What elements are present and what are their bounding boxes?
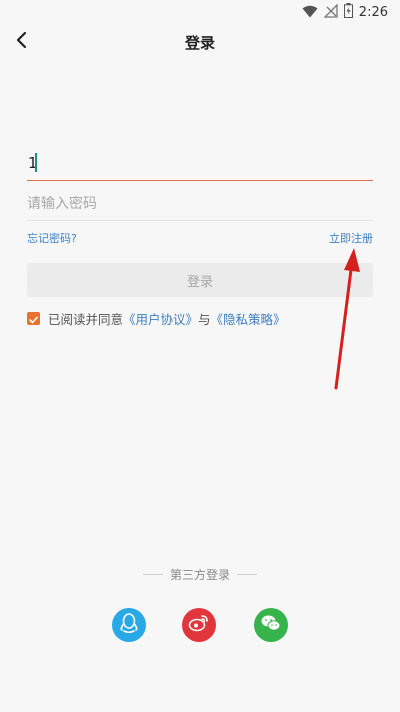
status-bar: 2:26 <box>0 0 400 24</box>
text-cursor <box>35 153 37 172</box>
register-link[interactable]: 立即注册 <box>329 230 373 246</box>
wechat-icon <box>260 613 282 637</box>
third-party-divider: 第三方登录 <box>0 564 400 584</box>
privacy-policy-link[interactable]: 《隐私策略》 <box>211 309 286 328</box>
weibo-icon <box>188 613 210 637</box>
divider-line-left <box>142 573 163 575</box>
agreement-row: 已阅读并同意 《用户协议》 与 《隐私策略》 <box>27 309 286 327</box>
agreement-and: 与 <box>198 311 211 327</box>
social-login-row <box>0 608 400 644</box>
login-screen: 2:26 登录 1 忘记密码? 立即注册 登录 已阅读并同意 《用户协议》 与 … <box>0 0 400 712</box>
username-field[interactable]: 1 <box>27 146 373 181</box>
status-time: 2:26 <box>358 5 388 20</box>
annotation-arrow <box>334 248 360 390</box>
page-title: 登录 <box>184 34 215 52</box>
header: 登录 <box>0 24 400 60</box>
wifi-icon <box>302 3 318 22</box>
no-signal-icon <box>323 3 338 22</box>
battery-icon <box>343 3 353 22</box>
divider-line-right <box>237 573 257 575</box>
third-party-title: 第三方登录 <box>169 567 230 582</box>
qq-login-button[interactable] <box>112 608 146 642</box>
weibo-login-button[interactable] <box>182 608 216 642</box>
forgot-password-link[interactable]: 忘记密码? <box>27 230 77 246</box>
login-button[interactable]: 登录 <box>27 263 373 297</box>
wechat-login-button[interactable] <box>254 608 288 642</box>
status-icons: 2:26 <box>302 3 388 22</box>
agreement-prefix: 已阅读并同意 <box>48 311 124 327</box>
password-field-container <box>27 187 373 221</box>
password-input[interactable] <box>27 192 373 216</box>
user-agreement-link[interactable]: 《用户协议》 <box>123 309 198 328</box>
agreement-checkbox[interactable] <box>27 309 40 328</box>
qq-icon <box>119 612 139 638</box>
check-icon <box>29 309 38 328</box>
